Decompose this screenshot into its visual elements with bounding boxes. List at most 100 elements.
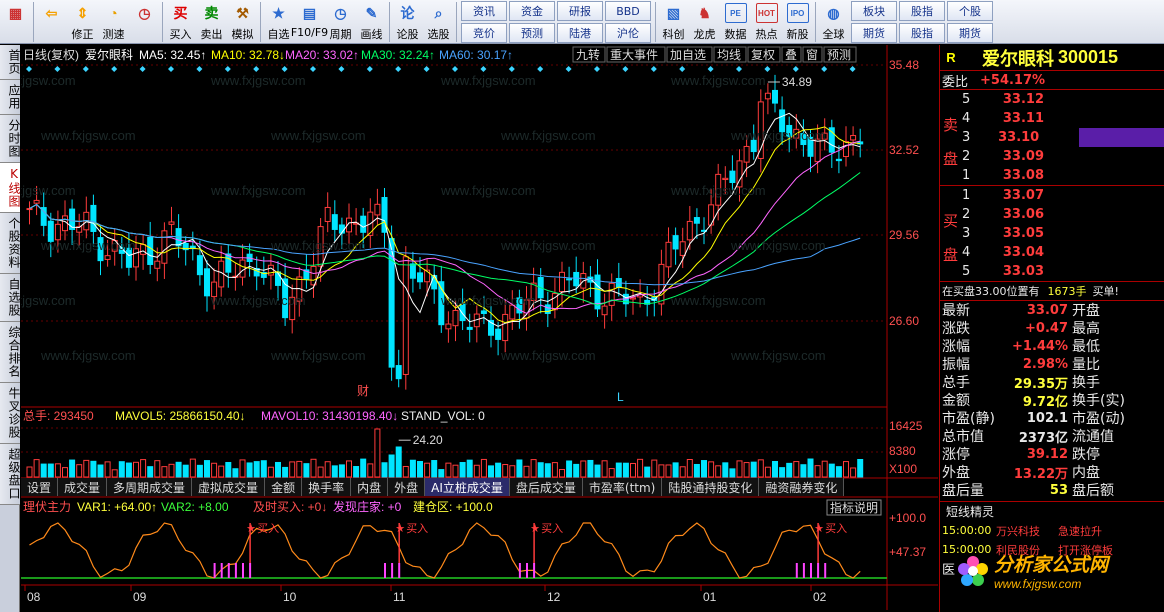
info-grid-button[interactable]: 陆港 bbox=[557, 23, 603, 43]
stats-table: 最新 33.07 开盘 涨跌 +0.47 最高 涨幅 +1.44% 最低 振幅 2.98% 量比 总手 2… bbox=[940, 301, 1164, 500]
globe-button[interactable]: ◍ 全球 bbox=[818, 0, 849, 43]
indicator-tab[interactable]: 盘后成交量 bbox=[509, 478, 583, 496]
left-tab[interactable]: 自选股 bbox=[0, 274, 21, 322]
volume-bar bbox=[118, 461, 125, 478]
toolbar-label: 全球 bbox=[822, 28, 845, 41]
back-arrow-button[interactable]: ⇦ bbox=[36, 0, 67, 43]
magnifier-button[interactable]: ⌕ 选股 bbox=[423, 0, 454, 43]
indicator-tab[interactable]: 内盘 bbox=[351, 478, 389, 496]
chart-header-button-label: 加自选 bbox=[670, 48, 706, 62]
candle-body bbox=[168, 221, 175, 225]
chart-icon: ▧ bbox=[666, 4, 681, 21]
volume-bar bbox=[147, 466, 154, 478]
discuss-button[interactable]: 论论股 bbox=[392, 0, 423, 43]
candle-body bbox=[843, 141, 849, 158]
level-number: 1 bbox=[962, 168, 971, 183]
left-tab[interactable]: 牛叉诊股 bbox=[0, 383, 21, 444]
info-grid-button[interactable]: 研报 bbox=[557, 1, 603, 21]
fast-sprite-item[interactable]: 15:00:00 万兴科技 急速拉升 bbox=[940, 521, 1164, 540]
kline-chart-area[interactable]: 日线(复权) 爱尔眼科 MA5: 32.45↑ MA10: 32.78↓ MA20: 3… bbox=[21, 45, 938, 610]
clock-button[interactable]: ◷ bbox=[129, 0, 160, 43]
indicator-tab[interactable]: 市盈率(ttm) bbox=[582, 478, 663, 496]
stopwatch-button[interactable]: ◔ 测速 bbox=[98, 0, 129, 43]
up-down-arrows-button[interactable]: ⇕ 修正 bbox=[67, 0, 98, 43]
kline-chart-svg[interactable]: 日线(复权) 爱尔眼科 MA5: 32.45↑ MA10: 32.78↓ MA20: 3… bbox=[21, 45, 938, 610]
indicator-tab[interactable]: 融资融券变化 bbox=[759, 478, 845, 496]
left-tab[interactable]: 应用 bbox=[0, 80, 21, 115]
candle-body bbox=[573, 271, 580, 287]
indicator-tab[interactable]: 换手率 bbox=[302, 478, 352, 496]
level-price: 33.07 bbox=[1002, 188, 1044, 203]
stock-code: 300015 bbox=[1058, 47, 1119, 67]
ipo-button[interactable]: IPO 新股 bbox=[782, 0, 813, 43]
market-grid-button[interactable]: 个股 bbox=[947, 1, 993, 21]
pencil-button[interactable]: ✎ 画线 bbox=[356, 0, 387, 43]
volume-bar bbox=[424, 462, 431, 478]
market-grid-button[interactable]: 板块 bbox=[851, 1, 897, 21]
chart-button[interactable]: ▧ 科创 bbox=[658, 0, 689, 43]
info-grid-button[interactable]: 竞价 bbox=[461, 23, 507, 43]
chart-stock-name: 爱尔眼科 bbox=[85, 47, 133, 62]
volume-bar bbox=[779, 467, 786, 478]
level-number: 2 bbox=[962, 149, 971, 164]
left-tab[interactable]: 个股资料 bbox=[0, 213, 21, 274]
market-grid-button[interactable]: 期货 bbox=[947, 23, 993, 43]
indicator-tab[interactable]: 外盘 bbox=[388, 478, 426, 496]
price-tick-label: 29.56 bbox=[889, 228, 919, 242]
indicator-tab[interactable]: AI立桩成交量 bbox=[425, 478, 510, 496]
hot-button[interactable]: HOT 热点 bbox=[751, 0, 782, 43]
market-grid: 板块 股指 个股 期货 股指 期货 bbox=[849, 0, 995, 43]
info-grid-button[interactable]: BBD bbox=[605, 1, 651, 21]
info-grid-button[interactable]: 资金 bbox=[509, 1, 555, 21]
volume-bar bbox=[850, 467, 857, 478]
period-button[interactable]: ◷ 周期 bbox=[325, 0, 356, 43]
stat-key-2: 换手(实) bbox=[1072, 393, 1125, 409]
stat-key: 最新 bbox=[942, 303, 970, 319]
volume-bar bbox=[388, 454, 395, 478]
volume-bar bbox=[601, 460, 608, 478]
sell-button[interactable]: 卖卖出 bbox=[196, 0, 227, 43]
left-tab[interactable]: 综合排名 bbox=[0, 322, 21, 383]
toolbar-label: 模拟 bbox=[231, 28, 254, 41]
notice-tag: 买单! bbox=[1092, 285, 1119, 298]
market-grid-button[interactable]: 股指 bbox=[899, 23, 945, 43]
gavel-button[interactable]: ⚒ 模拟 bbox=[227, 0, 258, 43]
buy-button[interactable]: 买买入 bbox=[165, 0, 196, 43]
indicator-tab[interactable]: 设置 bbox=[21, 478, 59, 496]
left-tab[interactable]: 首页 bbox=[0, 45, 21, 80]
f10-button[interactable]: ▤ F10/F9 bbox=[291, 0, 328, 43]
candle-body bbox=[154, 260, 161, 269]
volume-bar bbox=[395, 446, 402, 478]
volume-bar bbox=[367, 463, 374, 478]
ma10-legend: MA10: 32.78↓ bbox=[211, 48, 285, 62]
left-tab[interactable]: 超级盘口 bbox=[0, 444, 21, 505]
market-grid-button[interactable]: 股指 bbox=[899, 1, 945, 21]
volume-bar bbox=[40, 463, 47, 478]
candle-body bbox=[239, 259, 246, 278]
fast-event: 急速拉升 bbox=[1058, 524, 1102, 538]
indicator-tab[interactable]: 成交量 bbox=[58, 478, 108, 496]
indicator-tab[interactable]: 多周期成交量 bbox=[107, 478, 193, 496]
volume-bar bbox=[360, 458, 367, 478]
app-window: ▦ ⇦ ⇕ 修正 ◔ 测速 ◷ 买买入卖卖出 ⚒ 模拟 ★ 自选 ▤ F10/F9 ◷ 周期 ✎ 画线论论股 ⌕ 选股… bbox=[0, 0, 1164, 612]
volume-bar bbox=[800, 464, 807, 478]
pe-button[interactable]: PE 数据 bbox=[720, 0, 751, 43]
left-tab[interactable]: K线图 bbox=[0, 163, 21, 213]
candle-body bbox=[495, 328, 502, 340]
home-grid-button[interactable]: ▦ bbox=[0, 0, 31, 43]
info-grid-button[interactable]: 沪伦 bbox=[605, 23, 651, 43]
dragon-button[interactable]: ♞ 龙虎 bbox=[689, 0, 720, 43]
market-grid-button[interactable]: 期货 bbox=[851, 23, 897, 43]
stat-row: 涨停 39.12 跌停 bbox=[940, 445, 1164, 464]
indicator-tab[interactable]: 虚拟成交量 bbox=[192, 478, 266, 496]
volume-bar bbox=[154, 460, 161, 478]
indicator-tab[interactable]: 陆股通持股变化 bbox=[662, 478, 760, 496]
left-tab[interactable]: 分时图 bbox=[0, 115, 21, 163]
watchlist-button[interactable]: ★ 自选 bbox=[263, 0, 294, 43]
ma60-legend: MA60: 30.17↑ bbox=[439, 48, 513, 62]
info-grid-button[interactable]: 预测 bbox=[509, 23, 555, 43]
fast-sprite-title[interactable]: 短线精灵 bbox=[940, 503, 994, 520]
up-down-arrows-icon: ⇕ bbox=[76, 4, 89, 21]
indicator-tab[interactable]: 金额 bbox=[265, 478, 303, 496]
info-grid-button[interactable]: 资讯 bbox=[461, 1, 507, 21]
